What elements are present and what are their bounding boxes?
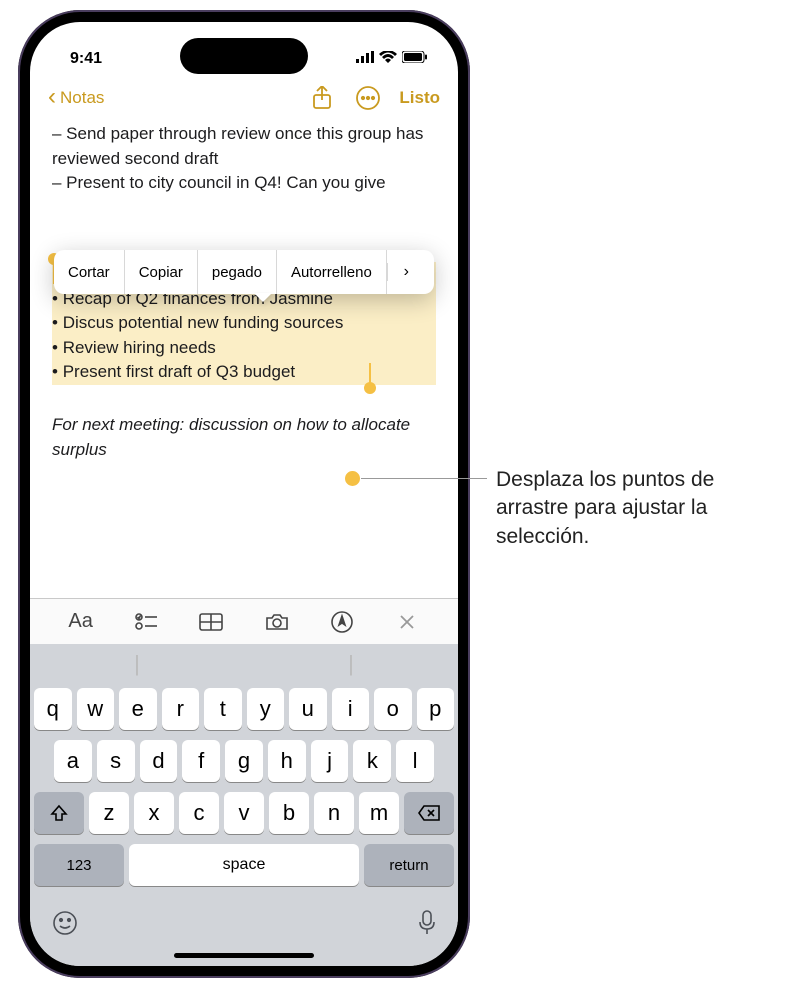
- checklist-button[interactable]: [131, 607, 161, 637]
- suggestion-divider: |: [348, 651, 354, 677]
- table-button[interactable]: [196, 607, 226, 637]
- key-w[interactable]: w: [77, 688, 115, 730]
- key-o[interactable]: o: [374, 688, 412, 730]
- context-copy[interactable]: Copiar: [125, 250, 198, 294]
- keyboard-row-4: 123 space return: [34, 844, 454, 886]
- dynamic-island: [180, 38, 308, 74]
- close-toolbar-button[interactable]: [392, 607, 422, 637]
- key-h[interactable]: h: [268, 740, 306, 782]
- selection-handle-end[interactable]: [364, 382, 376, 394]
- key-q[interactable]: q: [34, 688, 72, 730]
- key-shift[interactable]: [34, 792, 84, 834]
- camera-button[interactable]: [262, 607, 292, 637]
- key-backspace[interactable]: [404, 792, 454, 834]
- context-paste[interactable]: pegado: [198, 250, 277, 294]
- callout-leader-line: [361, 478, 487, 479]
- keyboard-row-1: q w e r t y u i o p: [34, 688, 454, 730]
- key-z[interactable]: z: [89, 792, 129, 834]
- key-123[interactable]: 123: [34, 844, 124, 886]
- status-time: 9:41: [70, 50, 102, 68]
- home-indicator[interactable]: [174, 953, 314, 958]
- key-i[interactable]: i: [332, 688, 370, 730]
- share-button[interactable]: [307, 83, 337, 113]
- chevron-right-icon: ›: [404, 263, 409, 281]
- key-t[interactable]: t: [204, 688, 242, 730]
- emoji-button[interactable]: [52, 910, 78, 943]
- suggestion-bar: | |: [30, 644, 458, 684]
- signal-icon: [356, 50, 374, 68]
- context-autofill[interactable]: Autorrelleno: [277, 250, 387, 294]
- key-l[interactable]: l: [396, 740, 434, 782]
- key-f[interactable]: f: [182, 740, 220, 782]
- nav-bar: ‹ Notas Listo: [30, 78, 458, 122]
- battery-icon: [402, 50, 428, 68]
- key-space[interactable]: space: [129, 844, 359, 886]
- note-line: – Send paper through review once this gr…: [52, 122, 436, 171]
- key-m[interactable]: m: [359, 792, 399, 834]
- selection-bullet: Discus potential new funding sources: [52, 311, 436, 336]
- key-d[interactable]: d: [140, 740, 178, 782]
- key-c[interactable]: c: [179, 792, 219, 834]
- dictation-button[interactable]: [418, 910, 436, 943]
- edit-context-menu: Cortar Copiar pegado Autorrelleno ›: [54, 250, 434, 294]
- done-button[interactable]: Listo: [399, 88, 440, 108]
- keyboard: | | q w e r t y u i o p a s: [30, 644, 458, 966]
- key-b[interactable]: b: [269, 792, 309, 834]
- keyboard-row-2: a s d f g h j k l: [34, 740, 454, 782]
- key-k[interactable]: k: [353, 740, 391, 782]
- wifi-icon: [379, 50, 397, 68]
- suggestion-divider: |: [134, 651, 140, 677]
- key-return[interactable]: return: [364, 844, 454, 886]
- markup-button[interactable]: [327, 607, 357, 637]
- key-v[interactable]: v: [224, 792, 264, 834]
- key-u[interactable]: u: [289, 688, 327, 730]
- note-italic-line: For next meeting: discussion on how to a…: [52, 413, 436, 462]
- key-p[interactable]: p: [417, 688, 455, 730]
- key-s[interactable]: s: [97, 740, 135, 782]
- text-format-button[interactable]: Aa: [66, 607, 96, 637]
- chevron-left-icon: ‹: [48, 85, 56, 109]
- note-line: – Present to city council in Q4! Can you…: [52, 171, 436, 196]
- keyboard-row-3: z x c v b n m: [34, 792, 454, 834]
- context-more[interactable]: ›: [387, 263, 425, 281]
- context-menu-pointer: [254, 293, 272, 302]
- key-x[interactable]: x: [134, 792, 174, 834]
- context-cut[interactable]: Cortar: [54, 250, 125, 294]
- callout-text: Desplaza los puntos de arrastre para aju…: [496, 466, 776, 551]
- key-a[interactable]: a: [54, 740, 92, 782]
- selection-bullet: Present first draft of Q3 budget: [52, 362, 295, 381]
- selection-bullet: Review hiring needs: [52, 336, 436, 361]
- callout-marker: [344, 470, 361, 487]
- back-label: Notas: [60, 88, 104, 108]
- key-r[interactable]: r: [162, 688, 200, 730]
- more-button[interactable]: [353, 83, 383, 113]
- key-g[interactable]: g: [225, 740, 263, 782]
- back-button[interactable]: ‹ Notas: [48, 87, 104, 109]
- key-j[interactable]: j: [311, 740, 349, 782]
- key-y[interactable]: y: [247, 688, 285, 730]
- format-toolbar: Aa: [30, 598, 458, 644]
- key-e[interactable]: e: [119, 688, 157, 730]
- key-n[interactable]: n: [314, 792, 354, 834]
